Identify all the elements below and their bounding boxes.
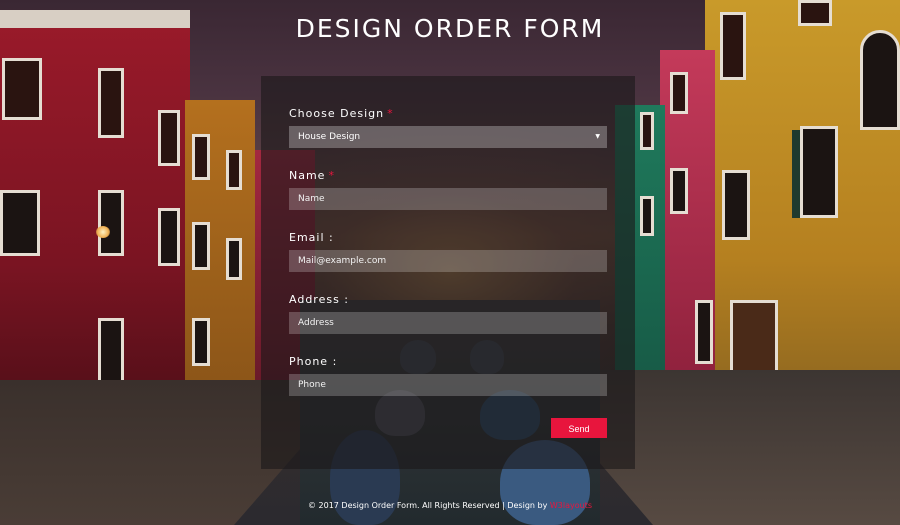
name-input[interactable]	[289, 188, 607, 210]
window	[695, 300, 713, 364]
window	[722, 170, 750, 240]
window	[98, 190, 124, 256]
send-button[interactable]: Send	[551, 418, 607, 438]
design-select[interactable]: House Design ▼	[289, 126, 607, 148]
name-label-text: Name	[289, 169, 326, 182]
street-lamp	[96, 226, 110, 238]
email-label: Email :	[289, 231, 334, 244]
required-mark: *	[328, 169, 335, 182]
phone-input[interactable]	[289, 374, 607, 396]
window	[860, 30, 900, 130]
design-label: Choose Design *	[289, 107, 394, 120]
design-label-text: Choose Design	[289, 107, 385, 120]
footer-text: © 2017 Design Order Form. All Rights Res…	[307, 501, 548, 510]
page-title: DESIGN ORDER FORM	[295, 14, 605, 43]
window	[158, 208, 180, 266]
window	[800, 126, 838, 218]
window	[158, 110, 180, 166]
window	[98, 68, 124, 138]
window	[2, 58, 42, 120]
required-mark: *	[387, 107, 394, 120]
email-input[interactable]	[289, 250, 607, 272]
window	[640, 112, 654, 150]
design-select-value: House Design	[298, 132, 361, 142]
footer-brand-link[interactable]: W3layouts	[550, 501, 592, 510]
window	[192, 222, 210, 270]
address-label: Address :	[289, 293, 350, 306]
window	[640, 196, 654, 236]
footer: © 2017 Design Order Form. All Rights Res…	[0, 501, 900, 510]
window	[192, 318, 210, 366]
order-form-panel: Choose Design* House Design ▼ Name* Emai…	[261, 76, 635, 469]
window	[192, 134, 210, 180]
shutter	[792, 130, 800, 218]
caret-down-icon: ▼	[595, 133, 600, 140]
window	[226, 238, 242, 280]
name-label: Name *	[289, 169, 335, 182]
window	[98, 318, 124, 384]
address-input[interactable]	[289, 312, 607, 334]
phone-label: Phone :	[289, 355, 338, 368]
window	[0, 190, 40, 256]
window	[226, 150, 242, 190]
window	[670, 168, 688, 214]
window	[670, 72, 688, 114]
